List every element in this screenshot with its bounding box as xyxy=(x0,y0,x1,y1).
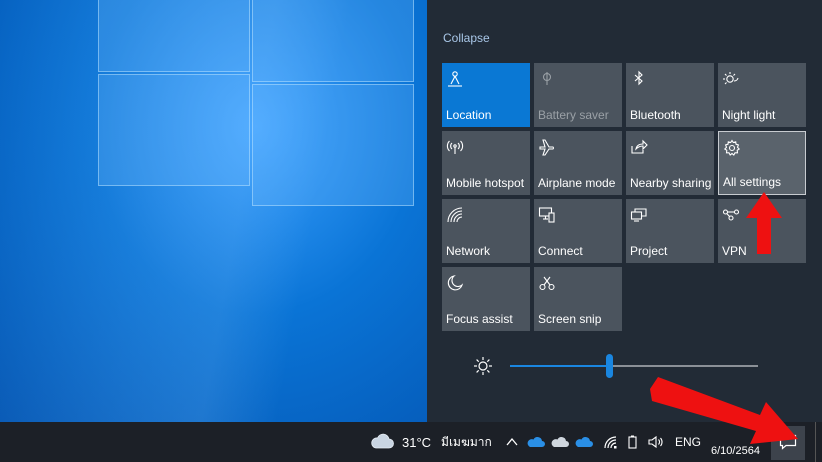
wallpaper-pane xyxy=(252,0,414,82)
tile-label: Focus assist xyxy=(446,312,513,326)
network-icon xyxy=(446,206,464,224)
onedrive-icon[interactable] xyxy=(575,422,593,462)
tile-label: Location xyxy=(446,108,492,122)
weather-widget[interactable]: 31°C มีเมฆมาก xyxy=(370,422,492,462)
weather-description: มีเมฆมาก xyxy=(441,434,492,449)
tile-location[interactable]: Location xyxy=(442,63,530,127)
collapse-link[interactable]: Collapse xyxy=(443,31,490,45)
wifi-icon[interactable] xyxy=(603,422,619,462)
bluetooth-icon xyxy=(630,70,648,88)
tile-label: Project xyxy=(630,244,668,258)
screen-snip-icon xyxy=(538,274,556,292)
tile-connect[interactable]: Connect xyxy=(534,199,622,263)
moon-icon xyxy=(446,274,464,292)
desktop-wallpaper xyxy=(0,0,427,422)
nearby-sharing-icon xyxy=(630,138,648,156)
onedrive-icon[interactable] xyxy=(527,422,545,462)
tile-mobile-hotspot[interactable]: Mobile hotspot xyxy=(442,131,530,195)
gear-icon xyxy=(723,139,741,157)
tile-label: Airplane mode xyxy=(538,176,616,190)
wallpaper-pane xyxy=(98,0,250,72)
vpn-icon xyxy=(722,206,740,224)
tile-screen-snip[interactable]: Screen snip xyxy=(534,267,622,331)
tile-focus-assist[interactable]: Focus assist xyxy=(442,267,530,331)
night-light-icon xyxy=(722,70,740,88)
battery-saver-icon xyxy=(538,70,556,88)
tile-project[interactable]: Project xyxy=(626,199,714,263)
tile-night-light[interactable]: Night light xyxy=(718,63,806,127)
connect-icon xyxy=(538,206,556,224)
brightness-slider-fill xyxy=(510,365,610,367)
brightness-slider[interactable] xyxy=(510,354,758,378)
wallpaper-pane xyxy=(252,84,414,206)
location-icon xyxy=(446,70,464,88)
show-desktop-button[interactable] xyxy=(815,422,819,462)
airplane-icon xyxy=(538,138,556,156)
tile-label: Night light xyxy=(722,108,776,122)
annotation-arrow-diagonal xyxy=(650,377,798,444)
brightness-slider-thumb[interactable] xyxy=(606,354,614,378)
cloud-icon xyxy=(370,433,394,452)
tile-label: Screen snip xyxy=(538,312,602,326)
tile-airplane-mode[interactable]: Airplane mode xyxy=(534,131,622,195)
tile-label: Mobile hotspot xyxy=(446,176,525,190)
tile-battery-saver[interactable]: Battery saver xyxy=(534,63,622,127)
mobile-hotspot-icon xyxy=(446,138,464,156)
battery-icon[interactable] xyxy=(627,422,639,462)
tile-label: Battery saver xyxy=(538,108,609,122)
tile-label: Nearby sharing xyxy=(630,176,712,190)
tile-label: VPN xyxy=(722,244,747,258)
tile-label: Bluetooth xyxy=(630,108,681,122)
weather-temperature: 31°C xyxy=(402,434,432,450)
tile-label: All settings xyxy=(723,175,782,189)
wallpaper-pane xyxy=(98,74,250,186)
tile-label: Connect xyxy=(538,244,583,258)
tile-bluetooth[interactable]: Bluetooth xyxy=(626,63,714,127)
tile-network[interactable]: Network xyxy=(442,199,530,263)
project-icon xyxy=(630,206,648,224)
sun-icon xyxy=(473,356,493,376)
onedrive-gray-icon[interactable] xyxy=(551,422,569,462)
annotation-arrow-up xyxy=(746,192,782,254)
chevron-up-icon[interactable] xyxy=(505,422,519,462)
tile-all-settings[interactable]: All settings xyxy=(718,131,806,195)
tile-nearby-sharing[interactable]: Nearby sharing xyxy=(626,131,714,195)
tile-label: Network xyxy=(446,244,491,258)
